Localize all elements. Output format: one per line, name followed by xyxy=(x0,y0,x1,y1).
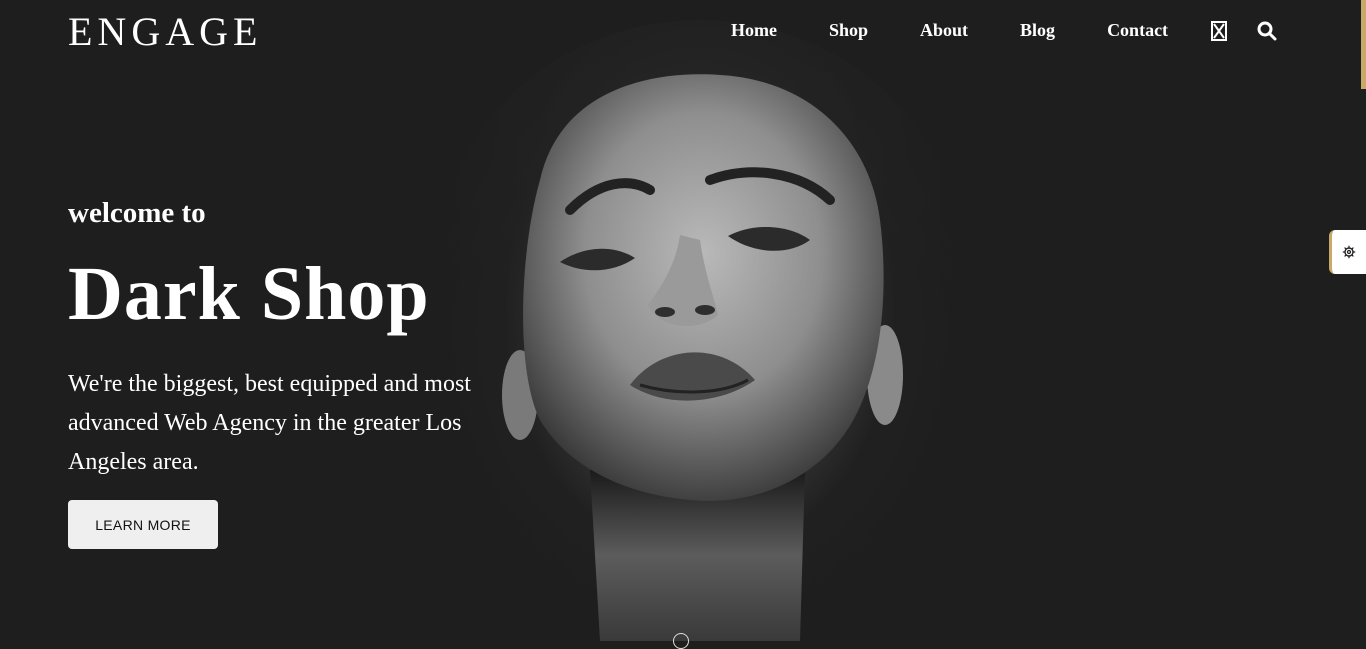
site-logo[interactable]: ENGAGE xyxy=(68,8,262,55)
site-header: ENGAGE Home Shop About Blog Contact xyxy=(0,0,1366,62)
hero-title: Dark Shop xyxy=(68,252,430,336)
nav-item-contact[interactable]: Contact xyxy=(1107,20,1168,41)
settings-panel-toggle[interactable] xyxy=(1329,230,1366,274)
nav-item-home[interactable]: Home xyxy=(731,20,777,41)
search-icon[interactable] xyxy=(1256,20,1278,42)
learn-more-button[interactable]: LEARN MORE xyxy=(68,500,218,549)
main-nav: Home Shop About Blog Contact xyxy=(700,20,1168,41)
hero-kicker: welcome to xyxy=(68,197,206,229)
scroll-down-indicator[interactable] xyxy=(673,633,689,649)
gear-icon xyxy=(1342,245,1356,259)
hourglass-icon[interactable] xyxy=(1208,20,1230,42)
hero-description: We're the biggest, best equipped and mos… xyxy=(68,371,471,475)
nav-item-about[interactable]: About xyxy=(920,20,968,41)
nav-item-shop[interactable]: Shop xyxy=(829,20,868,41)
nav-item-blog[interactable]: Blog xyxy=(1020,20,1055,41)
